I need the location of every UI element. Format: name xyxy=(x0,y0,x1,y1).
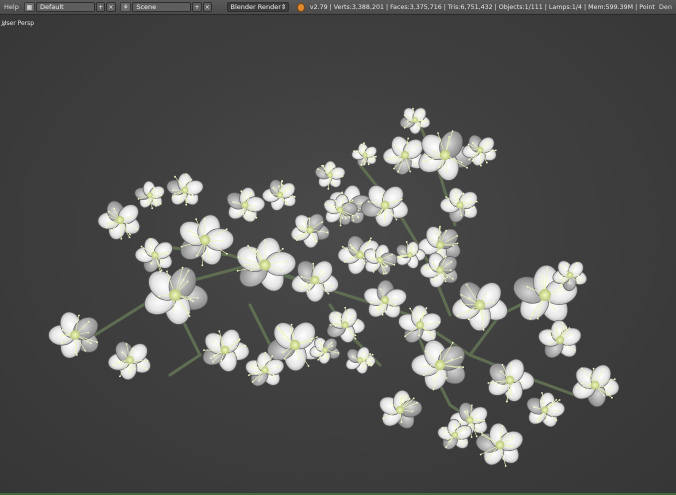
blossom xyxy=(314,160,346,190)
blossom xyxy=(526,392,565,428)
blossom xyxy=(326,306,366,343)
blossom xyxy=(97,200,140,240)
right-menu-label: Den xyxy=(658,3,672,11)
close-scene-icon[interactable]: × xyxy=(202,2,212,12)
blossom xyxy=(134,180,165,210)
screen-layout-icon[interactable]: ▦ xyxy=(23,2,35,12)
blossom xyxy=(351,142,377,167)
scene-icon[interactable]: ⚘ xyxy=(120,2,132,12)
blossom xyxy=(291,260,339,303)
blossom xyxy=(262,179,296,211)
blossom xyxy=(107,341,151,380)
blossom xyxy=(166,172,204,206)
render-engine-dropdown-icon: ⇕ xyxy=(280,3,287,11)
blossom xyxy=(48,311,99,359)
close-layout-icon[interactable]: × xyxy=(106,2,116,12)
add-layout-icon[interactable]: + xyxy=(95,2,106,12)
blender-logo-icon xyxy=(296,2,305,12)
3d-viewport[interactable]: User Persp xyxy=(0,15,676,495)
blossom xyxy=(179,214,234,267)
info-header: Help ▦ Default + × ⚘ Scene + × Blender R… xyxy=(0,0,676,15)
blossom xyxy=(345,346,376,374)
blossoms xyxy=(48,107,620,467)
blossom xyxy=(538,319,582,358)
blossom xyxy=(226,187,266,223)
blossom xyxy=(202,329,250,372)
scene-statistics: v2.79 | Verts:3,388,201 | Faces:3,375,71… xyxy=(309,3,655,11)
blossom xyxy=(399,107,431,135)
layout-selector[interactable]: Default xyxy=(35,2,95,12)
blossom xyxy=(379,390,423,429)
blossom xyxy=(572,364,620,407)
blossom xyxy=(236,237,296,292)
add-scene-icon[interactable]: + xyxy=(192,2,202,12)
help-menu[interactable]: Help xyxy=(0,3,23,11)
blossom xyxy=(451,281,508,331)
blossom-branch-render xyxy=(48,107,620,467)
blossom xyxy=(411,339,466,391)
blossom xyxy=(363,279,407,318)
blender-window: Help ▦ Default + × ⚘ Scene + × Blender R… xyxy=(0,0,676,495)
scene-selector[interactable]: Scene xyxy=(132,2,192,12)
blossom xyxy=(134,237,173,273)
blossom xyxy=(290,213,330,249)
render-engine-dropdown[interactable]: Blender Render ⇕ xyxy=(226,2,289,12)
render-engine-label: Blender Render xyxy=(230,3,281,11)
